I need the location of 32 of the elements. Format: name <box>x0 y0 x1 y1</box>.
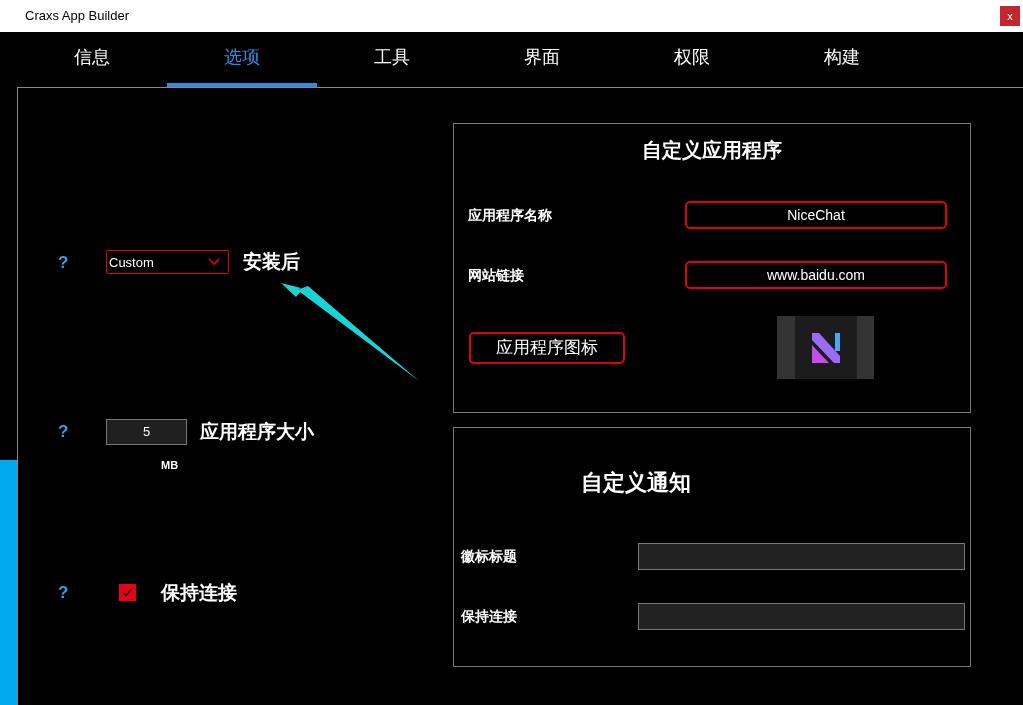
checkbox[interactable] <box>119 584 136 602</box>
tab[interactable]: 工具 <box>317 32 467 87</box>
letter-n-logo <box>809 331 842 364</box>
help-icon[interactable]: ? <box>58 580 106 606</box>
close-button[interactable]: x <box>1000 6 1020 26</box>
text-field[interactable] <box>638 603 965 630</box>
option-label: 应用程序大小 <box>200 419 314 444</box>
text-field[interactable]: NiceChat <box>685 201 947 229</box>
checkmark-icon <box>122 588 133 598</box>
field-label: 保持连接 <box>461 607 518 626</box>
help-icon[interactable]: ? <box>58 419 106 445</box>
text-field[interactable] <box>638 543 965 570</box>
tab[interactable]: 信息 <box>17 32 167 87</box>
tab[interactable]: 权限 <box>617 32 767 87</box>
option-label: 保持连接 <box>161 580 237 605</box>
unit-label: MB <box>161 458 179 473</box>
window-title: Craxs App Builder <box>25 7 130 26</box>
help-icon[interactable]: ? <box>58 249 106 275</box>
chevron-down-icon <box>208 258 220 267</box>
panel-title: 自定义通知 <box>581 469 691 497</box>
text-field[interactable]: www.baidu.com <box>685 261 947 289</box>
app-icon-button[interactable]: 应用程序图标 <box>469 331 625 364</box>
option-label: 安装后 <box>243 250 300 274</box>
number-field[interactable]: 5 <box>106 418 187 445</box>
field-label: 徽标标题 <box>461 547 518 566</box>
tab[interactable]: 构建 <box>767 32 917 87</box>
dropdown[interactable]: Custom <box>106 250 229 275</box>
field-label: 网站链接 <box>468 265 525 285</box>
tab[interactable]: 选项 <box>167 32 317 87</box>
field-label: 应用程序名称 <box>468 205 553 225</box>
tab[interactable]: 界面 <box>467 32 617 87</box>
panel-title: 自定义应用程序 <box>642 138 782 163</box>
